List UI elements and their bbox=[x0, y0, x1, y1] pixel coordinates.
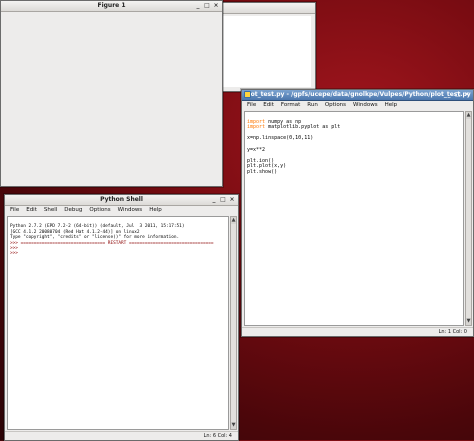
editor-titlebar[interactable]: plot_test.py - /gpfs/ucepe/data/gnolkpe/… bbox=[242, 90, 473, 101]
figure1-title: Figure 1 bbox=[97, 2, 126, 9]
menu-format[interactable]: Format bbox=[281, 101, 300, 110]
code-text: x=np.linspace(0,10,11) bbox=[247, 135, 314, 142]
editor-title: plot_test.py - /gpfs/ucepe/data/gnolkpe/… bbox=[244, 91, 471, 98]
editor-statusbar: Ln: 1 Col: 0 bbox=[242, 327, 473, 336]
code-line: plt.show() bbox=[247, 168, 461, 176]
maximize-icon[interactable]: □ bbox=[454, 91, 462, 99]
shell-output[interactable]: Python 2.7.2 (EPD 7.2-2 (64-bit)) (defau… bbox=[7, 216, 229, 430]
maximize-icon[interactable]: □ bbox=[203, 2, 211, 10]
code-editor[interactable]: import numpy as np import matplotlib.pypl… bbox=[244, 111, 464, 326]
scroll-down-icon[interactable]: ▼ bbox=[231, 422, 236, 429]
figure1-window[interactable]: Figure 1 _ □ × bbox=[0, 0, 223, 187]
figure-canvas[interactable] bbox=[2, 12, 221, 185]
close-icon[interactable]: × bbox=[463, 91, 471, 99]
background-window-titlebar[interactable] bbox=[215, 3, 315, 14]
menu-windows[interactable]: Windows bbox=[118, 206, 143, 215]
menu-debug[interactable]: Debug bbox=[64, 206, 82, 215]
background-window-content bbox=[219, 16, 311, 87]
background-window[interactable] bbox=[214, 2, 316, 92]
scroll-up-icon[interactable]: ▲ bbox=[231, 217, 236, 224]
code-text: matplotlib.pyplot as plt bbox=[265, 124, 341, 131]
editor-scrollbar[interactable]: ▲ ▼ bbox=[465, 111, 472, 326]
menu-file[interactable]: File bbox=[10, 206, 19, 215]
shell-title: Python Shell bbox=[100, 196, 143, 203]
shell-line: >>> ================================ RES… bbox=[10, 240, 214, 246]
menu-windows[interactable]: Windows bbox=[353, 101, 378, 110]
minimize-icon[interactable]: _ bbox=[210, 196, 218, 204]
editor-cursor-position: Ln: 1 Col: 0 bbox=[438, 329, 467, 335]
editor-window[interactable]: plot_test.py - /gpfs/ucepe/data/gnolkpe/… bbox=[241, 89, 474, 337]
minimize-icon[interactable]: _ bbox=[194, 2, 202, 10]
close-icon[interactable]: × bbox=[228, 196, 236, 204]
scroll-down-icon[interactable]: ▼ bbox=[466, 318, 471, 325]
menu-shell[interactable]: Shell bbox=[44, 206, 57, 215]
shell-cursor-position: Ln: 6 Col: 4 bbox=[203, 433, 232, 439]
menu-edit[interactable]: Edit bbox=[26, 206, 37, 215]
close-icon[interactable]: × bbox=[212, 2, 220, 10]
scroll-up-icon[interactable]: ▲ bbox=[466, 112, 471, 119]
menu-file[interactable]: File bbox=[247, 101, 256, 110]
shell-titlebar[interactable]: Python Shell _ □ × bbox=[5, 195, 238, 206]
menu-help[interactable]: Help bbox=[149, 206, 162, 215]
editor-menubar: File Edit Format Run Options Windows Hel… bbox=[242, 101, 473, 110]
shell-statusbar: Ln: 6 Col: 4 bbox=[5, 431, 238, 440]
menu-options[interactable]: Options bbox=[325, 101, 346, 110]
minimize-icon[interactable]: _ bbox=[445, 91, 453, 99]
shell-window[interactable]: Python Shell _ □ × File Edit Shell Debug… bbox=[4, 194, 239, 441]
shell-scrollbar[interactable]: ▲ ▼ bbox=[230, 216, 237, 430]
menu-run[interactable]: Run bbox=[307, 101, 318, 110]
menu-edit[interactable]: Edit bbox=[263, 101, 274, 110]
code-text: plt.show() bbox=[247, 168, 278, 175]
figure1-titlebar[interactable]: Figure 1 _ □ × bbox=[1, 1, 222, 12]
menu-options[interactable]: Options bbox=[89, 206, 110, 215]
shell-line: >>> bbox=[10, 251, 18, 257]
shell-menubar: File Edit Shell Debug Options Windows He… bbox=[5, 206, 238, 215]
maximize-icon[interactable]: □ bbox=[219, 196, 227, 204]
python-icon bbox=[244, 91, 251, 98]
menu-help[interactable]: Help bbox=[385, 101, 398, 110]
